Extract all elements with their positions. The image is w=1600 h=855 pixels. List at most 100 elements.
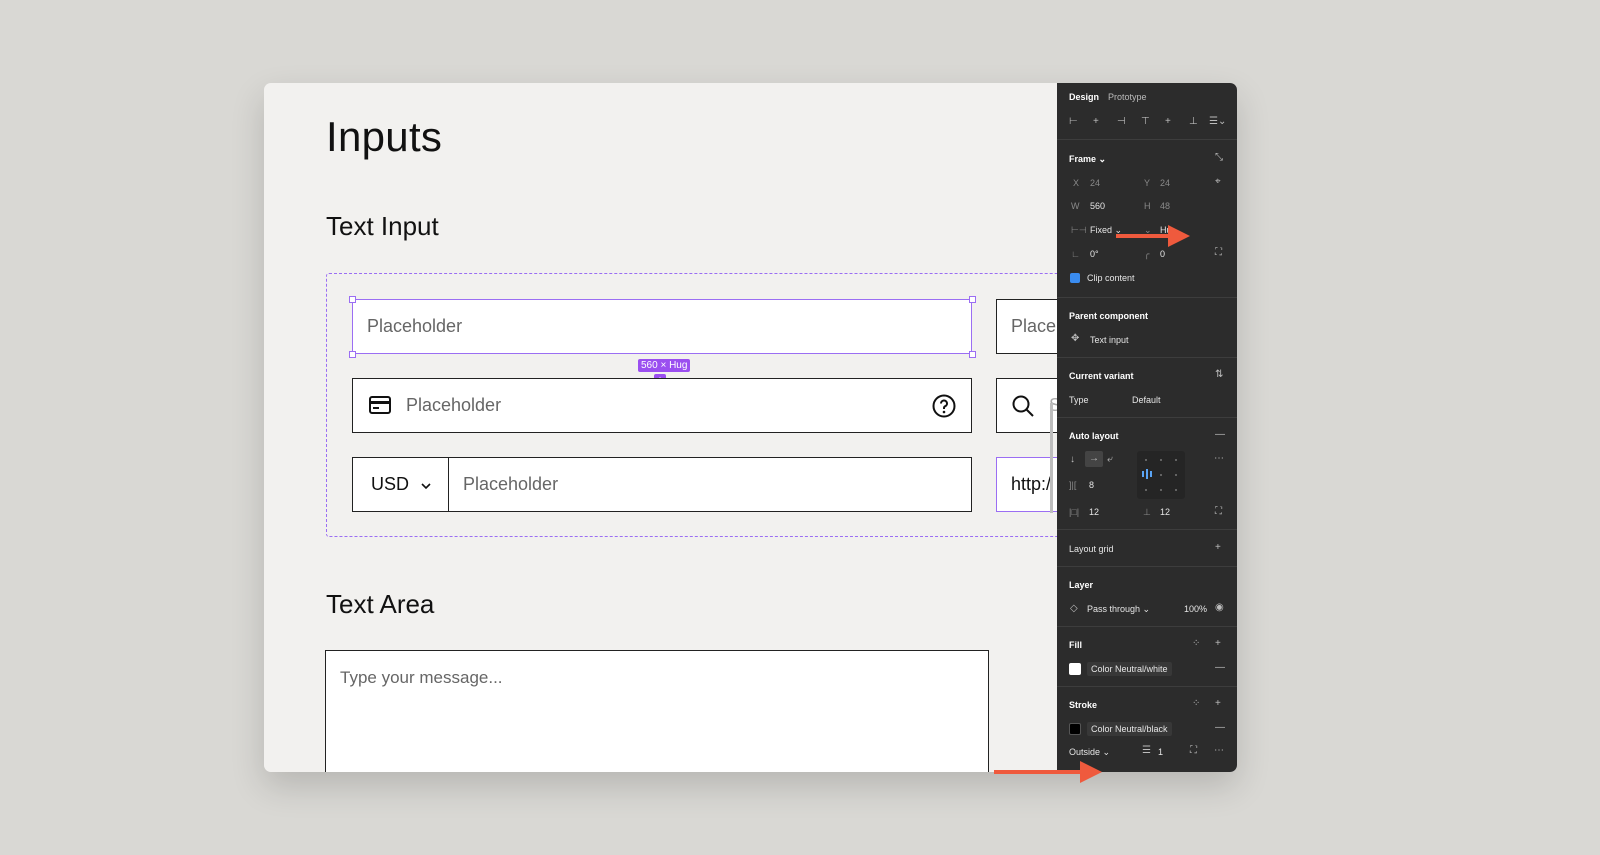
fill-swatch[interactable]: [1069, 663, 1081, 675]
style-grid-icon[interactable]: ⁘: [1192, 699, 1200, 709]
chevron-down-icon: [421, 474, 431, 495]
y-value[interactable]: 24: [1160, 178, 1170, 188]
resize-handle-tr[interactable]: [969, 296, 976, 303]
align-top-icon[interactable]: ⊤: [1141, 117, 1150, 127]
x-value[interactable]: 24: [1090, 178, 1100, 188]
tab-prototype[interactable]: Prototype: [1108, 92, 1147, 102]
spacing-icon: ]|[: [1069, 480, 1077, 490]
align-right-icon[interactable]: ⊣: [1117, 117, 1126, 127]
constraints-icon[interactable]: ⌖: [1215, 177, 1221, 187]
align-center-h-icon[interactable]: +: [1093, 117, 1099, 127]
padding-v-icon: ⊥: [1143, 507, 1151, 517]
annotation-arrow-icon: [1168, 225, 1190, 247]
rotation-icon: ∟: [1071, 249, 1080, 259]
gap-value[interactable]: 8: [1089, 480, 1094, 490]
eye-icon[interactable]: ◉: [1215, 603, 1224, 613]
currency-value: USD: [371, 474, 410, 494]
component-icon: ✥: [1071, 333, 1080, 344]
more-options-icon[interactable]: ⋯: [1214, 454, 1224, 464]
width-mode-icon: ⊢⊣: [1071, 225, 1087, 235]
input-placeholder: Placel: [1011, 316, 1061, 336]
input-placeholder: Placeholder: [463, 474, 559, 494]
url-prefix: http:/: [1011, 474, 1052, 494]
align-bottom-icon[interactable]: ⊥: [1189, 117, 1198, 127]
corner-radius-value[interactable]: 0: [1160, 249, 1165, 259]
h-label: H: [1144, 201, 1151, 211]
stroke-swatch[interactable]: [1069, 723, 1081, 735]
remove-fill-icon[interactable]: —: [1215, 663, 1225, 673]
style-grid-icon[interactable]: ⁘: [1192, 639, 1200, 649]
variant-settings-icon[interactable]: ⇅: [1215, 370, 1223, 380]
w-value[interactable]: 560: [1090, 201, 1105, 211]
distribute-icon[interactable]: ☰⌄: [1209, 117, 1226, 127]
message-textarea[interactable]: Type your message...: [325, 650, 989, 772]
design-panel: Design Prototype ⊢ + ⊣ ⊤ + ⊥ ☰⌄ Frame ⌄ …: [1057, 83, 1237, 772]
annotation-arrow-line: [1116, 234, 1170, 238]
fill-style[interactable]: Color Neutral/white: [1087, 662, 1172, 676]
annotation-arrow-icon: [1080, 761, 1102, 783]
section-title-text-input: Text Input: [326, 211, 439, 241]
section-title-text-area: Text Area: [326, 589, 435, 619]
direction-vertical-icon[interactable]: ↓: [1070, 455, 1075, 465]
remove-auto-layout-icon[interactable]: —: [1215, 430, 1225, 440]
tab-design[interactable]: Design: [1069, 92, 1099, 102]
search-icon: [1011, 394, 1035, 423]
h-value[interactable]: 48: [1160, 201, 1170, 211]
add-fill-icon[interactable]: +: [1215, 639, 1221, 649]
variant-type-label: Type: [1069, 395, 1089, 405]
page-title: Inputs: [326, 113, 443, 160]
collapse-icon[interactable]: ⤡: [1215, 153, 1223, 163]
currency-select[interactable]: USD: [353, 458, 449, 511]
card-input[interactable]: Placeholder: [352, 378, 972, 433]
scrollbar[interactable]: [1050, 403, 1053, 513]
layer-label: Layer: [1069, 580, 1094, 590]
variant-type-value[interactable]: Default: [1132, 395, 1161, 405]
stroke-weight-icon: ☰: [1142, 745, 1151, 756]
w-label: W: [1071, 201, 1080, 211]
blend-mode-icon: ◇: [1070, 603, 1078, 614]
frame-label[interactable]: Frame ⌄: [1069, 154, 1106, 165]
size-badge: 560 × Hug: [638, 359, 691, 372]
padding-h-value[interactable]: 12: [1089, 507, 1099, 517]
stroke-sides-icon[interactable]: ⛶: [1190, 746, 1197, 756]
layout-grid-label: Layout grid: [1069, 544, 1114, 554]
help-icon[interactable]: [932, 394, 956, 423]
resize-handle-tl[interactable]: [349, 296, 356, 303]
resize-handle-bl[interactable]: [349, 351, 356, 358]
stroke-position[interactable]: Outside ⌄: [1069, 747, 1110, 758]
remove-stroke-icon[interactable]: —: [1215, 723, 1225, 733]
stroke-label: Stroke: [1069, 700, 1098, 710]
stroke-style[interactable]: Color Neutral/black: [1087, 722, 1172, 736]
alignment-grid[interactable]: [1137, 451, 1185, 499]
individual-padding-icon[interactable]: ⛶: [1215, 507, 1222, 517]
add-stroke-icon[interactable]: +: [1215, 699, 1221, 709]
parent-component-name[interactable]: Text input: [1090, 335, 1129, 345]
more-options-icon[interactable]: ⋯: [1214, 746, 1224, 756]
independent-corners-icon[interactable]: ⛶: [1215, 248, 1222, 258]
stroke-weight[interactable]: 1: [1158, 747, 1163, 757]
input-placeholder: Placeholder: [367, 316, 463, 336]
wrap-icon[interactable]: ⤶: [1107, 455, 1113, 465]
y-label: Y: [1144, 178, 1151, 188]
align-left-icon[interactable]: ⊢: [1069, 117, 1078, 127]
fill-label: Fill: [1069, 640, 1082, 650]
annotation-arrow-line: [994, 770, 1082, 774]
current-variant-label: Current variant: [1069, 371, 1134, 381]
add-layout-grid-icon[interactable]: +: [1215, 543, 1221, 553]
input-placeholder: Placeholder: [406, 395, 502, 415]
clip-content-checkbox[interactable]: [1070, 273, 1080, 283]
auto-layout-label: Auto layout: [1069, 431, 1119, 441]
textarea-placeholder: Type your message...: [340, 668, 503, 687]
rotation-value[interactable]: 0°: [1090, 249, 1099, 259]
layer-opacity[interactable]: 100%: [1184, 604, 1207, 614]
x-label: X: [1073, 178, 1080, 188]
align-center-v-icon[interactable]: +: [1165, 117, 1171, 127]
currency-input[interactable]: USD Placeholder: [352, 457, 972, 512]
resize-handle-br[interactable]: [969, 351, 976, 358]
padding-v-value[interactable]: 12: [1160, 507, 1170, 517]
direction-horizontal-icon[interactable]: →: [1085, 451, 1103, 467]
clip-content-label: Clip content: [1087, 273, 1135, 283]
text-input-selected[interactable]: Placeholder: [352, 299, 972, 354]
blend-mode[interactable]: Pass through ⌄: [1087, 604, 1150, 615]
parent-component-label: Parent component: [1069, 311, 1149, 321]
